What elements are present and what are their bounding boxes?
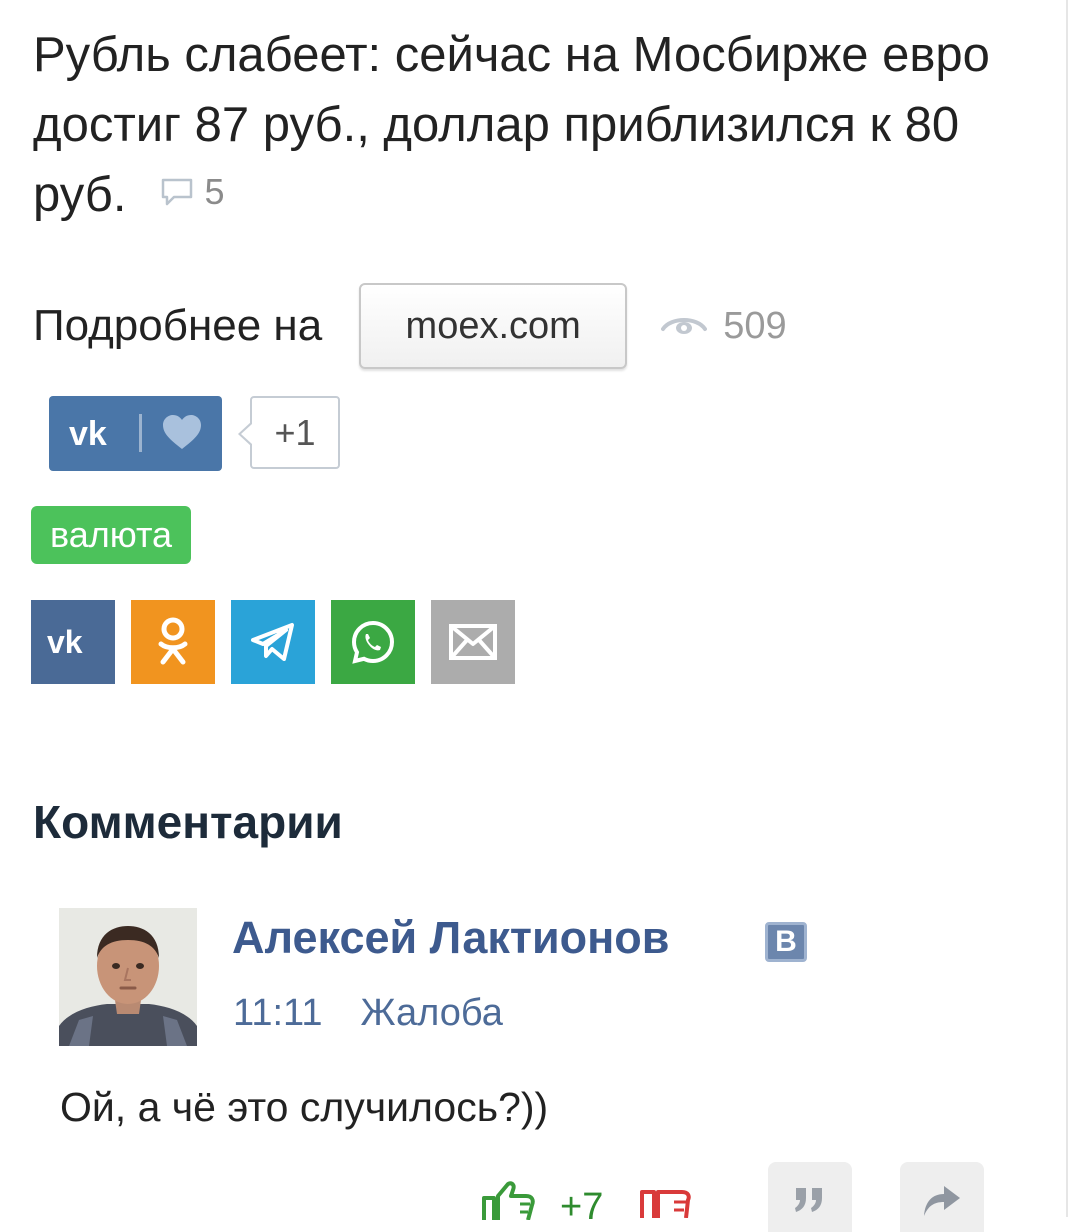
thumb-down-button[interactable] — [638, 1188, 692, 1223]
comments-heading: Комментарии — [33, 796, 343, 848]
comment-author-link[interactable]: Алексей Лактионов — [232, 912, 669, 964]
vk-like-button[interactable]: vk — [49, 396, 222, 471]
quote-button[interactable] — [768, 1162, 852, 1232]
comment-count[interactable]: 5 — [160, 157, 224, 227]
comment-meta: 11:11 Жалоба — [233, 992, 503, 1035]
vk-badge-icon: В — [765, 922, 807, 962]
comment-time[interactable]: 11:11 — [233, 992, 322, 1035]
share-odnoklassniki-button[interactable] — [131, 600, 215, 684]
comment-count-value: 5 — [204, 171, 225, 213]
scrollbar-edge — [1066, 0, 1068, 1217]
svg-text:vk: vk — [47, 625, 83, 659]
views-counter: 509 — [661, 304, 787, 348]
views-count: 509 — [723, 304, 787, 347]
report-link[interactable]: Жалоба — [360, 992, 502, 1035]
article-title: Рубль слабеет: сейчас на Мосбирже евро д… — [33, 20, 1053, 233]
avatar-photo — [59, 908, 197, 1046]
share-email-button[interactable] — [431, 600, 515, 684]
svg-text:vk: vk — [69, 415, 107, 453]
odnoklassniki-icon — [158, 617, 188, 665]
share-vk-button[interactable]: vk — [31, 600, 115, 684]
vk-like-count: +1 — [238, 396, 340, 469]
share-arrow-icon — [924, 1186, 960, 1216]
tag-valyuta[interactable]: валюта — [31, 506, 192, 564]
comment-text: Ой, а чё это случилось?)) — [60, 1084, 549, 1130]
share-whatsapp-button[interactable] — [331, 600, 415, 684]
quote-icon — [795, 1188, 822, 1212]
vk-logo-icon: vk — [69, 415, 107, 453]
share-telegram-button[interactable] — [231, 600, 315, 684]
source-label: Подробнее на — [33, 301, 323, 350]
reply-share-button[interactable] — [900, 1162, 984, 1232]
eye-icon — [661, 318, 708, 334]
telegram-icon — [251, 623, 294, 661]
source-row: Подробнее на moex.com 509 — [33, 282, 787, 370]
share-buttons: vk — [31, 600, 531, 684]
whatsapp-icon — [351, 620, 395, 664]
comment-bubble-icon — [162, 178, 193, 206]
page: Рубль слабеет: сейчас на Мосбирже евро д… — [0, 0, 1080, 1232]
vk-icon: vk — [47, 625, 83, 659]
thumb-up-icon — [482, 1181, 535, 1221]
comment-actions: +7 — [0, 1160, 1080, 1232]
thumb-up-button[interactable] — [480, 1180, 540, 1225]
mail-icon — [449, 624, 497, 660]
source-link-button[interactable]: moex.com — [359, 283, 628, 369]
thumb-down-icon — [640, 1190, 691, 1219]
heart-icon — [163, 415, 201, 449]
comment-rating: +7 — [560, 1186, 604, 1228]
avatar[interactable] — [59, 908, 197, 1046]
vk-like-divider — [139, 414, 142, 452]
